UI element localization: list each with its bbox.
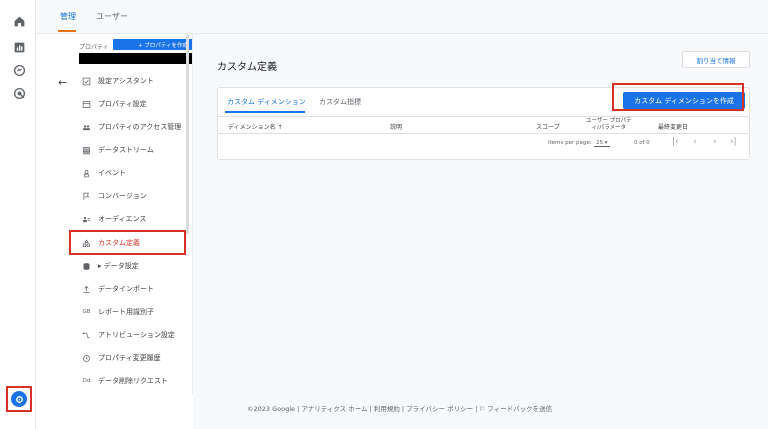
explore-icon[interactable]: [12, 63, 26, 77]
tab-custom-dimensions[interactable]: カスタム ディメンション: [227, 97, 306, 107]
active-tab-indicator: [225, 111, 305, 113]
sidebar-item-label: プロパティ設定: [98, 100, 147, 108]
sidebar-item-label: プロパティのアクセス管理: [98, 123, 182, 131]
column-description: 説明: [390, 124, 403, 131]
reports-icon[interactable]: [12, 40, 26, 54]
sidebar-item-property-access[interactable]: プロパティのアクセス管理: [82, 117, 181, 137]
sidebar-item-data-streams[interactable]: データストリーム: [82, 140, 154, 160]
sidebar-item-label: コンバージョン: [98, 192, 147, 200]
sidebar-scrollbar[interactable]: [186, 34, 189, 234]
active-tab-indicator: [58, 30, 76, 32]
footer-links[interactable]: ©2023 Google | アナリティクス ホーム | 利用規約 | プライバ…: [247, 403, 552, 413]
previous-page-icon[interactable]: ‹: [693, 137, 697, 147]
flag-icon: [82, 192, 91, 201]
footer: ©2023 Google | アナリティクス ホーム | 利用規約 | プライバ…: [193, 394, 768, 429]
data-delete-icon: Dd: [82, 378, 91, 384]
sidebar-item-conversions[interactable]: コンバージョン: [82, 186, 147, 206]
custom-definitions-highlight: [69, 230, 186, 255]
audience-icon: [82, 215, 91, 224]
property-icon: [82, 100, 91, 109]
sidebar-item-attribution-settings[interactable]: アトリビューション設定: [82, 325, 175, 345]
create-property-label: + プロパティを作成: [137, 42, 189, 49]
page-range: 0 of 0: [634, 140, 650, 146]
column-last-changed: 最終変更日: [658, 124, 689, 131]
page-size-value: 25: [596, 140, 603, 146]
sidebar-item-label: ▸ データ設定: [98, 262, 139, 270]
next-page-icon[interactable]: ›: [713, 137, 717, 147]
checklist-icon: [82, 77, 91, 86]
sidebar-item-label: オーディエンス: [98, 215, 147, 223]
sidebar-item-property-settings[interactable]: プロパティ設定: [82, 94, 147, 114]
database-icon: [82, 262, 91, 271]
create-dimension-highlight: [612, 83, 744, 111]
assign-info-label: 割り当て情報: [696, 56, 736, 65]
sidebar-item-events[interactable]: イベント: [82, 163, 126, 183]
tab-admin[interactable]: 管理: [60, 11, 76, 22]
home-icon[interactable]: [12, 14, 26, 28]
column-scope: スコープ: [536, 124, 560, 131]
column-user-property-line1: ユーザー プロパテ: [586, 118, 632, 124]
sidebar-item-label: イベント: [98, 169, 126, 177]
page-size-select[interactable]: 25 ▾: [594, 140, 610, 147]
sidebar-item-label: データストリーム: [98, 146, 154, 154]
sidebar-item-audiences[interactable]: オーディエンス: [82, 209, 146, 229]
sidebar-item-data-deletion[interactable]: Dd データ削除リクエスト: [82, 371, 168, 391]
settings-button[interactable]: [6, 386, 32, 412]
column-user-property-line2: ィ/パラメータ: [591, 125, 627, 131]
sidebar-item-data-import[interactable]: データインポート: [82, 279, 154, 299]
sidebar-item-change-history[interactable]: プロパティ変更履歴: [82, 348, 161, 368]
top-tab-bar: 管理 ユーザー: [36, 0, 768, 34]
attribution-icon: [82, 331, 91, 340]
admin-sidebar: プロパティ + プロパティを作成 ← 設定アシスタント プロパティ設定 プロパテ…: [36, 34, 219, 394]
gear-icon: [11, 391, 27, 407]
sidebar-item-label: レポート用識別子: [98, 308, 154, 316]
column-dimension-name[interactable]: ディメンション名 ↑: [228, 122, 283, 131]
people-icon: [82, 123, 91, 132]
identity-icon: GB: [82, 309, 91, 315]
sidebar-item-label: データ削除リクエスト: [98, 377, 168, 385]
advertising-icon[interactable]: [12, 86, 26, 100]
tab-user[interactable]: ユーザー: [96, 11, 128, 22]
assign-info-button[interactable]: 割り当て情報: [682, 51, 750, 68]
sidebar-item-data-settings[interactable]: ▸ データ設定: [82, 256, 139, 276]
sidebar-item-label: データインポート: [98, 285, 154, 293]
upload-icon: [82, 285, 91, 294]
left-nav-rail: [0, 0, 36, 429]
sidebar-item-label: 設定アシスタント: [98, 77, 154, 85]
last-page-icon[interactable]: ›|: [730, 137, 737, 147]
back-arrow-icon[interactable]: ←: [58, 76, 67, 89]
items-per-page-label: Items per page:: [548, 140, 592, 146]
sidebar-item-label: プロパティ変更履歴: [98, 354, 161, 362]
page-title: カスタム定義: [217, 62, 277, 73]
sidebar-item-label: アトリビューション設定: [98, 331, 175, 339]
first-page-icon[interactable]: |‹: [672, 137, 679, 147]
history-icon: [82, 354, 91, 363]
column-user-property: ユーザー プロパテ ィ/パラメータ: [586, 118, 632, 132]
property-label: プロパティ: [79, 44, 109, 51]
table-header: ディメンション名 ↑ 説明 スコープ ユーザー プロパテ ィ/パラメータ 最終変…: [218, 116, 749, 134]
sidebar-item-reporting-identity[interactable]: GB レポート用識別子: [82, 302, 154, 322]
tab-custom-metrics[interactable]: カスタム指標: [319, 97, 361, 107]
stream-icon: [82, 146, 91, 155]
sidebar-item-setup-assistant[interactable]: 設定アシスタント: [82, 71, 154, 91]
event-icon: [82, 169, 91, 178]
